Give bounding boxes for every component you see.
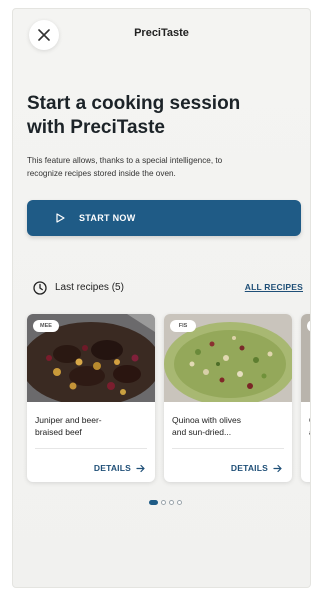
recipe-card[interactable]: MEE Juniper and beer- braised beef DETAI… [27,314,155,482]
header: PreciTaste [13,9,310,59]
all-recipes-link[interactable]: ALL RECIPES [245,282,303,292]
start-now-button[interactable]: START NOW [27,200,301,236]
divider [35,448,147,449]
page-dot[interactable] [161,500,166,505]
recipe-name-line-1: Juniper and beer- [35,415,102,425]
pagination-dots [149,500,182,505]
clock-icon [33,281,47,295]
play-icon [56,213,65,223]
recipe-card[interactable]: FIS Quinoa with olives and sun-dried... … [164,314,292,482]
recipe-name-line-2: braised beef [35,427,82,437]
details-label: DETAILS [230,463,268,473]
details-button[interactable]: DETAILS [94,463,145,473]
page-title-line-2: with PreciTaste [27,117,165,138]
recipe-name-line-2: and sun-dried... [172,427,232,437]
page-dot-active[interactable] [149,500,158,505]
app-screen: PreciTaste Start a cooking session with … [12,8,311,588]
page-title: Start a cooking session with PreciTaste [27,92,302,140]
feature-description: This feature allows, thanks to a special… [27,154,309,180]
arrow-right-icon [273,464,282,472]
recipe-card[interactable]: Qu an [301,314,310,482]
category-badge: MEE [33,320,59,332]
recipe-photo-quinoa: FIS [164,314,292,402]
recipe-name: Juniper and beer- braised beef [35,414,149,438]
recipe-name: Quinoa with olives and sun-dried... [172,414,286,438]
feature-description-line-2: recognize recipes stored inside the oven… [27,169,176,178]
recipe-photo-beef: MEE [27,314,155,402]
page-dot[interactable] [177,500,182,505]
details-button[interactable]: DETAILS [231,463,282,473]
divider [172,448,284,449]
details-label: DETAILS [93,463,131,473]
last-recipes-row: Last recipes (5) ALL RECIPES [27,279,303,297]
recipe-name-line-2: an [309,426,310,438]
recipe-name-line-1: Quinoa with olives [172,415,241,425]
feature-description-line-1: This feature allows, thanks to a special… [27,156,223,165]
recipe-name-line-1: Qu [309,414,310,426]
app-title: PreciTaste [134,27,189,39]
category-badge: FIS [170,320,196,332]
page-title-line-1: Start a cooking session [27,93,241,114]
page-dot[interactable] [169,500,174,505]
arrow-right-icon [136,464,145,472]
recipe-name: Qu an [309,414,310,438]
start-now-label: START NOW [79,213,136,223]
last-recipes-label: Last recipes (5) [55,282,124,293]
recipe-photo [301,314,310,402]
